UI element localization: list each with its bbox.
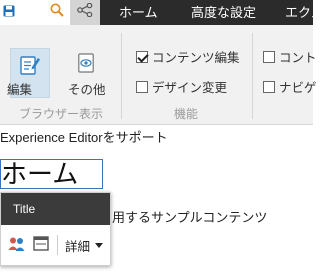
group-divider (121, 33, 122, 119)
field-chrome-toolbar: Title 詳細 (0, 192, 111, 266)
support-text: Experience Editorをサポート (0, 130, 168, 145)
checkbox-unchecked-icon (263, 50, 275, 63)
content-cut-checkbox[interactable]: コント (263, 47, 317, 66)
save-icon (3, 4, 15, 22)
chrome-divider (57, 235, 58, 255)
navi-cut-checkbox[interactable]: ナビゲ (263, 77, 317, 96)
editable-heading-field[interactable]: ホーム (0, 159, 103, 189)
checkbox-unchecked-icon (263, 80, 275, 93)
chevron-down-icon (95, 243, 104, 248)
content-edit-label: コンテンツ編集 (152, 51, 240, 65)
content-edit-checkbox[interactable]: コンテンツ編集 (136, 47, 240, 66)
checkbox-checked-icon (136, 50, 148, 63)
chrome-actions: 詳細 (1, 225, 110, 265)
sitemap-icon (77, 2, 93, 22)
tab-home[interactable]: ホーム (119, 0, 158, 25)
function-group-label: 機能 (174, 107, 199, 121)
tab-experience[interactable]: エクス (285, 0, 320, 25)
tab-advanced[interactable]: 高度な設定 (191, 0, 256, 25)
other-button-label: その他 (68, 83, 106, 97)
sample-content-text: 用するサンプルコンテンツ (112, 210, 268, 225)
search-icon (50, 3, 64, 22)
more-dropdown-label: 詳細 (65, 240, 91, 254)
window-button[interactable] (33, 236, 49, 256)
design-change-label: デザイン変更 (152, 81, 228, 95)
group-divider (252, 33, 253, 119)
tree-button[interactable] (70, 0, 100, 25)
edit-button-label: 編集 (7, 83, 33, 97)
chrome-title: Title (1, 193, 110, 225)
checkbox-unchecked-icon (136, 80, 148, 93)
top-bar: ホーム 高度な設定 エクス (0, 0, 320, 25)
ribbon: 編集 その他 ブラウザー表示 コンテンツ編集 デザイン変更 機能 コント ナビゲ (0, 25, 317, 125)
navi-cut-label: ナビゲ (279, 81, 317, 95)
edit-icon (20, 54, 40, 81)
quick-access-spacer (18, 0, 44, 25)
search-button[interactable] (44, 0, 70, 25)
eye-icon (78, 52, 94, 79)
more-dropdown[interactable]: 詳細 (65, 236, 104, 255)
browser-group-label: ブラウザー表示 (19, 107, 104, 121)
content-cut-label: コント (279, 51, 317, 65)
personalize-button[interactable] (8, 236, 26, 257)
save-button[interactable] (0, 0, 18, 25)
design-change-checkbox[interactable]: デザイン変更 (136, 77, 227, 96)
users-icon (8, 237, 26, 256)
window-icon (33, 236, 49, 255)
